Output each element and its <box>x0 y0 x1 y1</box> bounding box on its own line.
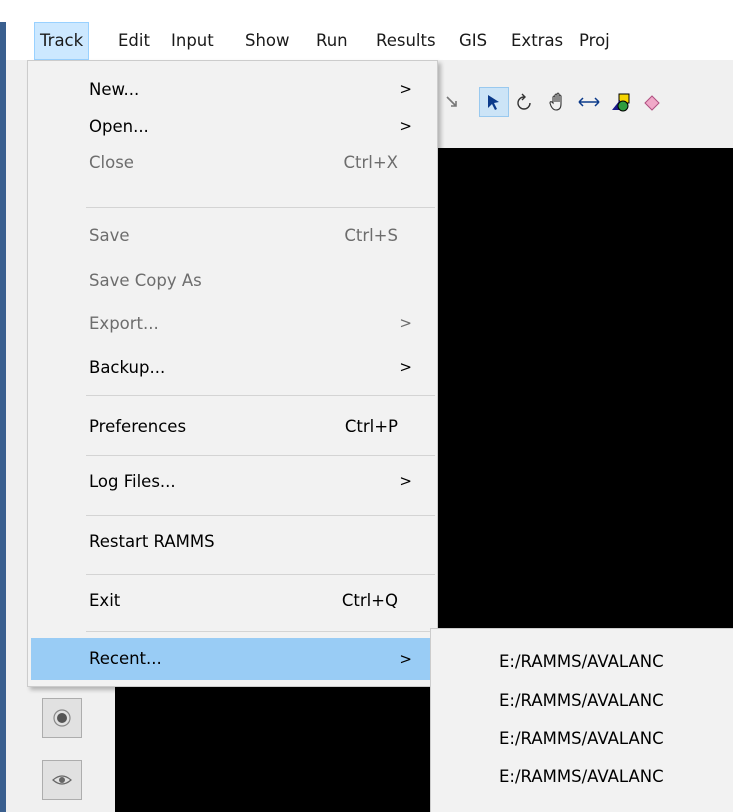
window-top-strip <box>0 0 733 22</box>
menu-separator <box>86 395 435 396</box>
menu-item-export[interactable]: Export... > <box>31 307 434 340</box>
menu-item-shortcut: Ctrl+X <box>343 153 399 172</box>
menu-separator <box>86 574 435 575</box>
menu-item-backup[interactable]: Backup... > <box>31 351 434 384</box>
zoom-fit-icon[interactable] <box>437 87 467 117</box>
submenu-arrow-icon: > <box>399 650 412 668</box>
menu-separator <box>86 631 435 632</box>
menu-item-label: Log Files... <box>89 472 176 491</box>
menu-item-open[interactable]: Open... > <box>31 110 434 143</box>
menubar-run[interactable]: Run <box>311 22 353 60</box>
menubar-edit[interactable]: Edit <box>113 22 155 60</box>
menu-item-label: New... <box>89 80 140 99</box>
menu-item-shortcut: Ctrl+S <box>344 226 398 245</box>
recent-file-item[interactable]: E:/RAMMS/AVALANC <box>499 723 664 755</box>
eye-icon <box>52 775 72 785</box>
menu-item-label: Export... <box>89 314 159 333</box>
menu-item-label: Backup... <box>89 358 166 377</box>
menu-item-label: Exit <box>89 591 121 610</box>
menubar-gis[interactable]: GIS <box>454 22 492 60</box>
record-icon <box>53 709 71 727</box>
menubar-input[interactable]: Input <box>166 22 219 60</box>
menu-item-label: Save Copy As <box>89 271 202 290</box>
menubar-show[interactable]: Show <box>240 22 295 60</box>
recent-files-submenu: E:/RAMMS/AVALANC E:/RAMMS/AVALANC E:/RAM… <box>430 628 733 812</box>
track-menu: New... > Open... > Close Ctrl+X Save Ctr… <box>27 60 438 687</box>
menubar-extras[interactable]: Extras <box>506 22 568 60</box>
menu-item-recent[interactable]: Recent... > <box>31 638 434 680</box>
menu-item-log-files[interactable]: Log Files... > <box>31 465 434 498</box>
menu-separator <box>86 515 435 516</box>
menu-item-restart-ramms[interactable]: Restart RAMMS <box>31 525 434 558</box>
menu-item-label: Recent... <box>89 649 162 668</box>
recent-file-item[interactable]: E:/RAMMS/AVALANC <box>499 646 664 678</box>
eraser-icon[interactable] <box>638 87 668 117</box>
submenu-arrow-icon: > <box>399 472 412 490</box>
menu-item-new[interactable]: New... > <box>31 73 434 106</box>
menu-separator <box>86 455 435 456</box>
recent-file-item[interactable]: E:/RAMMS/AVALANC <box>499 761 664 793</box>
menu-item-shortcut: Ctrl+Q <box>341 591 398 610</box>
submenu-arrow-icon: > <box>399 314 412 332</box>
menu-separator <box>86 207 435 208</box>
menu-item-label: Restart RAMMS <box>89 532 215 551</box>
menu-item-label: Open... <box>89 117 149 136</box>
menu-item-label: Close <box>89 153 134 172</box>
menu-item-exit[interactable]: Exit Ctrl+Q <box>31 584 434 617</box>
menu-item-shortcut: Ctrl+P <box>344 417 398 436</box>
measure-distance-icon[interactable] <box>574 87 604 117</box>
pan-hand-icon[interactable] <box>543 87 573 117</box>
menubar-project[interactable]: Proj <box>574 22 615 60</box>
menu-item-preferences[interactable]: Preferences Ctrl+P <box>31 410 434 443</box>
menu-item-save[interactable]: Save Ctrl+S <box>31 219 434 252</box>
arrow-pointer-icon[interactable] <box>479 87 509 117</box>
record-button[interactable] <box>42 698 82 738</box>
submenu-arrow-icon: > <box>399 117 412 135</box>
recent-file-item[interactable]: E:/RAMMS/AVALANC <box>499 685 664 717</box>
submenu-arrow-icon: > <box>399 358 412 376</box>
submenu-arrow-icon: > <box>399 80 412 98</box>
menu-item-label: Preferences <box>89 417 187 436</box>
visibility-button[interactable] <box>42 760 82 800</box>
menu-item-close[interactable]: Close Ctrl+X <box>31 146 434 179</box>
side-panel <box>6 686 115 812</box>
shapes-icon[interactable] <box>606 87 636 117</box>
rotate-icon[interactable] <box>510 87 540 117</box>
menu-bar: Track Edit Input Show Run Results GIS Ex… <box>6 22 733 60</box>
menubar-results[interactable]: Results <box>371 22 441 60</box>
menu-item-save-copy-as[interactable]: Save Copy As <box>31 264 434 297</box>
menubar-track[interactable]: Track <box>34 22 90 60</box>
menu-item-label: Save <box>89 226 130 245</box>
